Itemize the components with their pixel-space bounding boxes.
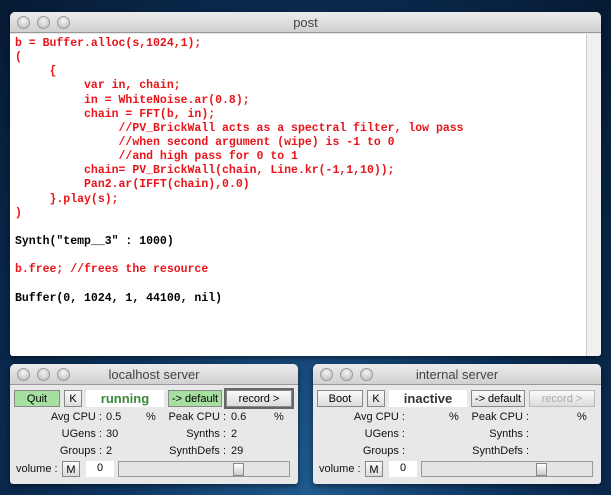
post-line <box>15 249 581 263</box>
volume-slider-knob[interactable] <box>233 463 244 476</box>
synthdefs-label: SynthDefs : <box>169 445 226 457</box>
post-line: var in, chain; <box>15 79 181 93</box>
volume-label: volume : <box>16 463 58 475</box>
post-line: Synth("temp__3" : 1000) <box>15 234 174 248</box>
avg-cpu-label: Avg CPU : <box>50 411 102 423</box>
post-line: { <box>15 65 57 79</box>
window-title: post <box>293 15 318 30</box>
minimize-icon[interactable] <box>340 368 353 381</box>
post-line: ) <box>15 206 22 220</box>
post-window: post b = Buffer.alloc(s,1024,1);( { var … <box>10 12 601 356</box>
record-button[interactable]: record > <box>529 390 595 407</box>
post-line: //PV_BrickWall acts as a spectral filter… <box>15 121 464 135</box>
post-line: Buffer(0, 1024, 1, 44100, nil) <box>15 291 223 305</box>
boot-button[interactable]: Quit <box>14 390 60 407</box>
ugens-label: UGens : <box>61 428 102 440</box>
groups-label: Groups : <box>59 445 102 457</box>
peak-cpu-value: 0.6 <box>231 411 247 423</box>
volume-input[interactable]: 0 <box>389 461 417 477</box>
post-line: b.free; //frees the resource <box>15 263 209 277</box>
post-line <box>15 277 581 291</box>
window-title: internal server <box>415 367 499 382</box>
post-line: //and high pass for 0 to 1 <box>15 150 298 164</box>
groups-label: Groups : <box>362 445 405 457</box>
server-status: inactive <box>389 390 467 407</box>
mute-button[interactable]: M <box>365 461 383 477</box>
peak-cpu-unit: % <box>577 411 587 423</box>
synths-label: Synths : <box>186 428 226 440</box>
avg-cpu-label: Avg CPU : <box>353 411 405 423</box>
volume-input[interactable]: 0 <box>86 461 114 477</box>
localhost-server-window: localhost server Quit K running -> defau… <box>10 364 298 484</box>
minimize-icon[interactable] <box>37 16 50 29</box>
post-line: b = Buffer.alloc(s,1024,1); <box>15 37 202 50</box>
default-button[interactable]: -> default <box>471 390 525 407</box>
zoom-icon[interactable] <box>57 368 70 381</box>
default-button[interactable]: -> default <box>168 390 222 407</box>
minimize-icon[interactable] <box>37 368 50 381</box>
server-title-bar[interactable]: internal server <box>313 364 601 385</box>
close-icon[interactable] <box>17 368 30 381</box>
kill-button[interactable]: K <box>64 390 82 407</box>
zoom-icon[interactable] <box>360 368 373 381</box>
peak-cpu-unit: % <box>274 411 284 423</box>
avg-cpu-value: 0.5 <box>106 411 122 423</box>
peak-cpu-label: Peak CPU : <box>471 411 529 423</box>
synthdefs-label: SynthDefs : <box>472 445 529 457</box>
post-line <box>15 221 581 235</box>
record-button[interactable]: record > <box>224 388 294 409</box>
kill-button[interactable]: K <box>367 390 385 407</box>
ugens-value: 30 <box>106 428 119 440</box>
server-status: running <box>86 390 164 407</box>
close-icon[interactable] <box>17 16 30 29</box>
post-line: chain = FFT(b, in); <box>15 107 216 121</box>
synths-label: Synths : <box>489 428 529 440</box>
volume-slider-knob[interactable] <box>536 463 547 476</box>
zoom-icon[interactable] <box>57 16 70 29</box>
boot-button[interactable]: Boot <box>317 390 363 407</box>
volume-slider[interactable] <box>118 461 290 477</box>
synthdefs-value: 29 <box>231 445 244 457</box>
internal-server-window: internal server Boot K inactive -> defau… <box>313 364 601 484</box>
scrollbar[interactable] <box>586 34 601 356</box>
volume-slider[interactable] <box>421 461 593 477</box>
ugens-label: UGens : <box>364 428 405 440</box>
post-line: ( <box>15 51 22 65</box>
post-line: }.play(s); <box>15 192 119 206</box>
post-text-area[interactable]: b = Buffer.alloc(s,1024,1);( { var in, c… <box>10 34 586 356</box>
post-line: //when second argument (wipe) is -1 to 0 <box>15 135 395 149</box>
close-icon[interactable] <box>320 368 333 381</box>
post-line: chain= PV_BrickWall(chain, Line.kr(-1,1,… <box>15 164 395 178</box>
groups-value: 2 <box>106 445 113 457</box>
volume-label: volume : <box>319 463 361 475</box>
post-line: Pan2.ar(IFFT(chain),0.0) <box>15 178 250 192</box>
peak-cpu-label: Peak CPU : <box>168 411 226 423</box>
post-line: in = WhiteNoise.ar(0.8); <box>15 93 250 107</box>
mute-button[interactable]: M <box>62 461 80 477</box>
post-title-bar[interactable]: post <box>10 12 601 33</box>
synths-value: 2 <box>231 428 238 440</box>
server-title-bar[interactable]: localhost server <box>10 364 298 385</box>
window-title: localhost server <box>108 367 200 382</box>
